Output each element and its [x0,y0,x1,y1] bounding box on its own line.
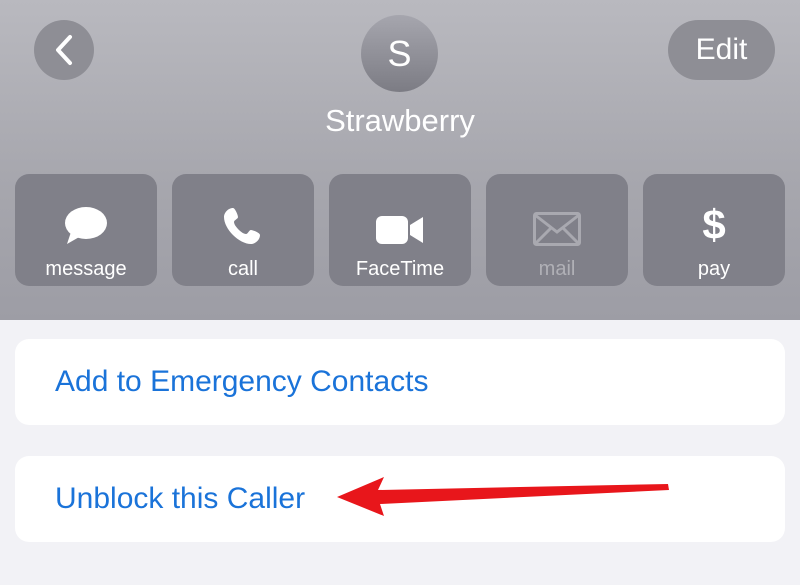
action-bar: message call FaceTime mail $ pay [15,174,785,286]
chevron-left-icon [56,35,72,65]
pay-action-label: pay [697,258,731,280]
contact-header: S Edit Strawberry message call FaceTime … [0,0,800,320]
unblock-caller-button[interactable]: Unblock this Caller [15,456,785,542]
pay-action-button[interactable]: $ pay [643,174,785,286]
facetime-action-button[interactable]: FaceTime [329,174,471,286]
call-action-label: call [227,258,258,280]
contact-name: Strawberry [325,103,475,138]
add-emergency-contact-label: Add to Emergency Contacts [55,365,429,398]
add-emergency-contact-button[interactable]: Add to Emergency Contacts [15,339,785,425]
facetime-action-label: FaceTime [355,258,445,280]
back-button[interactable] [34,20,94,80]
mail-action-button[interactable]: mail [486,174,628,286]
unblock-caller-label: Unblock this Caller [55,482,306,515]
message-action-button[interactable]: message [15,174,157,286]
video-camera-icon [376,216,423,244]
mail-action-label: mail [538,258,576,280]
edit-button[interactable]: Edit [668,20,775,80]
call-action-button[interactable]: call [172,174,314,286]
envelope-icon [533,212,581,246]
contact-detail-screen: S Edit Strawberry message call FaceTime … [0,0,800,585]
avatar-initial: S [387,32,412,74]
avatar: S [361,15,438,92]
message-action-label: message [45,258,127,280]
dollar-icon: $ [702,201,726,248]
phone-icon [224,208,260,244]
message-bubble-icon [65,207,107,244]
